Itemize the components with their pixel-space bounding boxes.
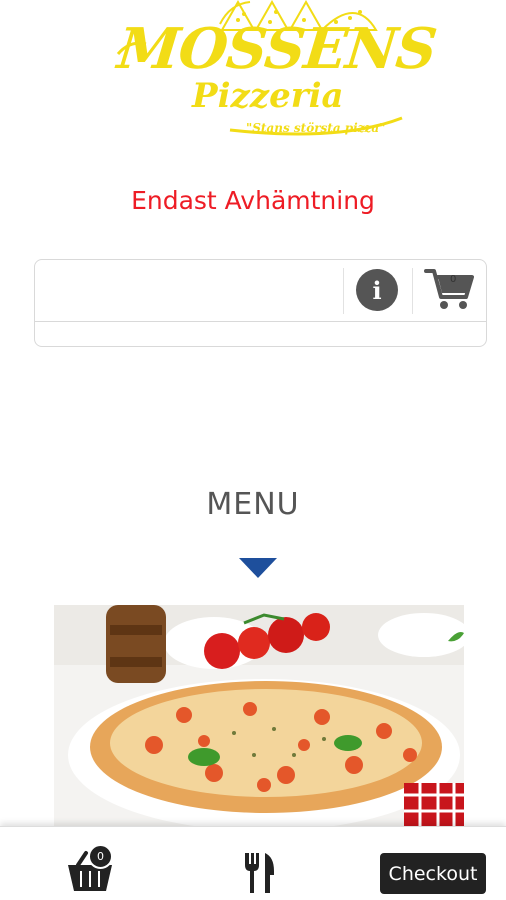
brand-title: MOSSENS — [114, 16, 440, 82]
triangle-down-icon[interactable] — [239, 558, 277, 578]
pizza-hero-image — [54, 605, 464, 830]
info-icon[interactable]: i — [356, 269, 398, 311]
cart-icon — [424, 269, 474, 309]
cart-count: 0 — [450, 274, 457, 285]
menu-title: MENU — [206, 487, 300, 522]
info-glyph: i — [372, 275, 382, 305]
basket-count-badge: 0 — [88, 844, 113, 869]
pickup-only-notice: Endast Avhämtning — [131, 186, 375, 215]
toolbar-separator — [412, 268, 413, 314]
brand-subtitle: Pizzeria — [192, 76, 344, 116]
toolbar-divider — [35, 321, 486, 322]
brand-logo: MOSSENS Pizzeria "Stans största pizza" — [110, 0, 439, 160]
checkout-button[interactable]: Checkout — [380, 853, 486, 894]
brand-tagline: "Stans största pizza" — [246, 121, 386, 135]
toolbar-card: i 0 — [34, 259, 487, 347]
fork-knife-icon[interactable] — [243, 853, 275, 893]
cart-button[interactable]: 0 — [424, 267, 474, 311]
bottom-navigation: 0 Checkout — [0, 826, 506, 900]
fork-knife-glyph — [245, 853, 274, 893]
pizza-illustration — [54, 605, 464, 830]
toolbar-separator — [343, 268, 344, 314]
